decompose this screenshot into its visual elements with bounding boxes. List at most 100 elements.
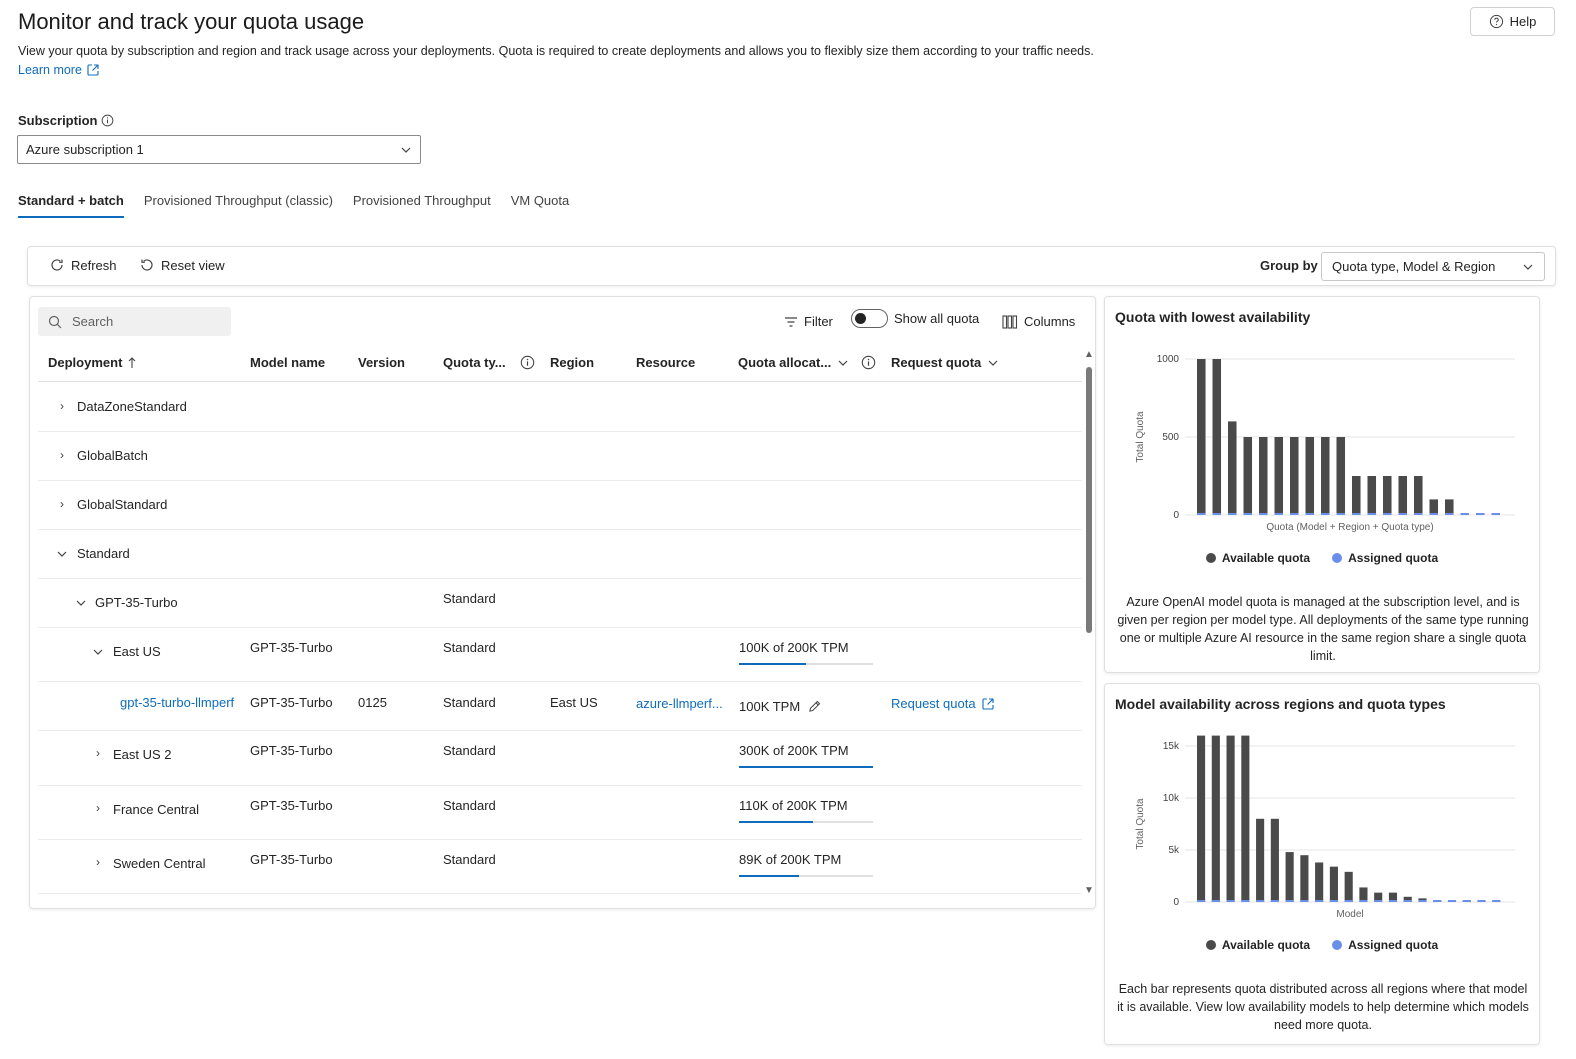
bar-assigned: [1398, 513, 1408, 515]
legend-item-available[interactable]: Available quota: [1205, 938, 1310, 952]
scroll-down-arrow[interactable]: ▼: [1084, 885, 1094, 896]
bar-assigned: [1305, 513, 1315, 515]
x-axis-label: Model: [1336, 909, 1363, 920]
scroll-up-arrow[interactable]: ▲: [1084, 349, 1094, 360]
chevron-right-icon[interactable]: ›: [96, 855, 100, 869]
bar-available: [1445, 499, 1454, 515]
row-divider: [38, 578, 1082, 579]
y-tick-label: 1000: [1157, 354, 1180, 365]
usage-bar: [739, 766, 873, 768]
legend-item-available[interactable]: Available quota: [1205, 551, 1310, 565]
model-availability-chart: 0 5k 10k 15k Total Quota Model: [1135, 735, 1515, 920]
reset-view-button[interactable]: Reset view: [139, 257, 225, 273]
bar-assigned: [1228, 513, 1237, 515]
group-row-label[interactable]: GlobalStandard: [77, 497, 167, 512]
info-icon[interactable]: [520, 355, 535, 370]
bar-assigned: [1243, 513, 1253, 515]
region-row-label[interactable]: France Central: [113, 802, 199, 817]
group-row-label[interactable]: Standard: [77, 546, 130, 561]
column-header-deployment[interactable]: Deployment: [48, 355, 136, 370]
bar-assigned: [1315, 900, 1324, 902]
legend-item-assigned[interactable]: Assigned quota: [1332, 938, 1438, 952]
table-scrollbar[interactable]: ▲ ▼: [1084, 349, 1094, 901]
row-divider: [38, 480, 1082, 481]
model-row-label[interactable]: GPT-35-Turbo: [95, 595, 178, 610]
resource-link[interactable]: azure-llmperf...: [636, 696, 723, 711]
region-row-label[interactable]: East US 2: [113, 747, 172, 762]
info-icon[interactable]: [861, 355, 876, 370]
column-header-version[interactable]: Version: [358, 355, 405, 370]
bar-assigned: [1460, 513, 1470, 515]
column-header-region[interactable]: Region: [550, 355, 594, 370]
allocation-value: 100K TPM: [739, 699, 801, 714]
region-row-label[interactable]: Sweden Central: [113, 856, 206, 871]
chevron-down-icon[interactable]: [92, 646, 104, 658]
columns-button[interactable]: Columns: [1002, 314, 1075, 329]
row-divider: [38, 785, 1082, 786]
chevron-right-icon[interactable]: ›: [60, 448, 64, 462]
column-header-quota-type[interactable]: Quota ty...: [443, 355, 535, 370]
chevron-right-icon[interactable]: ›: [96, 746, 100, 760]
group-row-label[interactable]: DataZoneStandard: [77, 399, 187, 414]
tab-provisioned[interactable]: Provisioned Throughput: [353, 190, 491, 218]
tab-provisioned-classic[interactable]: Provisioned Throughput (classic): [144, 190, 333, 218]
quota-type-cell: Standard: [443, 695, 496, 710]
column-header-model-name[interactable]: Model name: [250, 355, 325, 370]
chart-title: Quota with lowest availability: [1115, 309, 1311, 325]
learn-more-link[interactable]: Learn more: [18, 63, 99, 77]
show-all-quota-toggle[interactable]: [851, 309, 888, 328]
column-header-label: Deployment: [48, 355, 123, 370]
chart-title: Model availability across regions and qu…: [1115, 696, 1446, 712]
legend-dot: [1332, 553, 1343, 563]
legend-label: Assigned quota: [1348, 938, 1439, 952]
chevron-down-icon[interactable]: [56, 548, 68, 560]
column-header-request-quota[interactable]: Request quota: [891, 355, 999, 370]
bar-available: [1367, 476, 1377, 515]
scroll-thumb[interactable]: [1086, 367, 1092, 633]
chevron-right-icon[interactable]: ›: [60, 399, 64, 413]
info-icon[interactable]: [101, 114, 114, 127]
legend-item-assigned[interactable]: Assigned quota: [1332, 551, 1438, 565]
help-button[interactable]: Help: [1470, 7, 1555, 36]
deployment-link[interactable]: gpt-35-turbo-llmperf: [120, 695, 234, 710]
refresh-button[interactable]: Refresh: [49, 257, 117, 273]
toolbar: Refresh Reset view Group by Quota type, …: [27, 246, 1556, 286]
y-tick-label: 5k: [1168, 845, 1180, 856]
refresh-icon: [51, 259, 63, 271]
bar-assigned: [1374, 900, 1383, 902]
model-name-cell: GPT-35-Turbo: [250, 743, 333, 758]
external-link-icon: [87, 64, 99, 76]
x-axis-label: Quota (Model + Region + Quota type): [1266, 522, 1433, 533]
tab-bar: Standard + batch Provisioned Throughput …: [18, 190, 589, 218]
filter-label: Filter: [804, 314, 833, 329]
edit-icon[interactable]: [808, 700, 821, 713]
column-header-resource[interactable]: Resource: [636, 355, 695, 370]
model-name-cell: GPT-35-Turbo: [250, 852, 333, 867]
sort-ascending-icon: [129, 356, 136, 368]
group-by-label: Group by: [1260, 258, 1318, 273]
row-divider: [38, 431, 1082, 432]
header-divider: [38, 381, 1082, 382]
tab-standard-batch[interactable]: Standard + batch: [18, 190, 124, 218]
model-name-cell: GPT-35-Turbo: [250, 640, 333, 655]
region-row-label[interactable]: East US: [113, 644, 161, 659]
group-by-dropdown[interactable]: Quota type, Model & Region: [1321, 252, 1545, 281]
group-row-label[interactable]: GlobalBatch: [77, 448, 148, 463]
tab-vm-quota[interactable]: VM Quota: [511, 190, 570, 218]
chevron-down-icon[interactable]: [75, 597, 87, 609]
bar-assigned: [1477, 900, 1486, 902]
column-header-label: Quota ty...: [443, 355, 506, 370]
chevron-right-icon[interactable]: ›: [60, 497, 64, 511]
region-cell: East US: [550, 695, 598, 710]
external-link-icon: [982, 697, 994, 710]
chevron-right-icon[interactable]: ›: [96, 801, 100, 815]
bar-assigned: [1285, 900, 1294, 902]
search-input[interactable]: Search: [38, 307, 231, 336]
column-header-quota-allocation[interactable]: Quota allocat...: [738, 355, 876, 370]
bar-assigned: [1344, 900, 1353, 902]
subscription-dropdown[interactable]: Azure subscription 1: [17, 135, 421, 164]
columns-label: Columns: [1024, 314, 1076, 329]
request-quota-link[interactable]: Request quota: [891, 696, 994, 711]
bar-assigned: [1445, 513, 1454, 515]
filter-button[interactable]: Filter: [784, 314, 833, 329]
